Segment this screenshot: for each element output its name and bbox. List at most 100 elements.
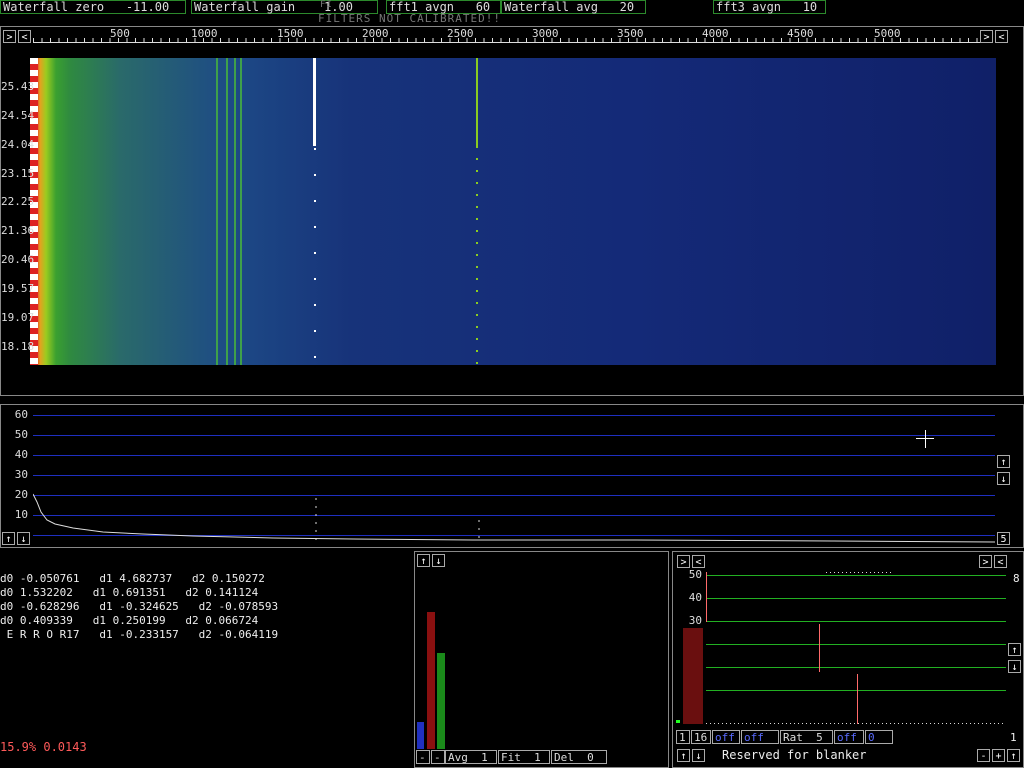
blanker-grid-line bbox=[706, 644, 1006, 645]
blanker-y-label: 50 bbox=[688, 568, 702, 581]
meter-up-icon[interactable]: ↑ bbox=[417, 554, 430, 567]
spectrum-trace bbox=[32, 492, 996, 544]
spectrum-down-icon[interactable]: ↓ bbox=[997, 472, 1010, 485]
scroll-right-icon[interactable]: > bbox=[3, 30, 16, 43]
spectrum-up-icon[interactable]: ↑ bbox=[997, 455, 1010, 468]
waterfall-time-label: 24.54 bbox=[1, 109, 35, 122]
white-trace bbox=[313, 58, 316, 146]
waterfall-time-label: 20.46 bbox=[1, 253, 35, 266]
blanker-zero[interactable]: 0 bbox=[865, 730, 893, 744]
blanker-marker-2 bbox=[819, 624, 820, 672]
blanker-grid-line bbox=[706, 575, 1006, 576]
blanker-off-2[interactable]: off bbox=[741, 730, 779, 744]
spectrum-trace-svg bbox=[32, 493, 996, 543]
spectrum-y-label: 60 bbox=[14, 408, 28, 421]
avg-field[interactable]: Avg 1 bbox=[445, 750, 497, 764]
blanker-grid-line bbox=[706, 667, 1006, 668]
fit-field[interactable]: Fit 1 bbox=[498, 750, 550, 764]
reserved-blanker-label: Reserved for blanker bbox=[722, 748, 867, 762]
spectrum-grid-line bbox=[33, 475, 995, 476]
carrier-line-1 bbox=[216, 58, 218, 365]
spectrum-y-label: 10 bbox=[14, 508, 28, 521]
spectrum-grid-line bbox=[33, 455, 995, 456]
blanker-grid-line bbox=[706, 621, 1006, 622]
spectrum-up-left-icon[interactable]: ↑ bbox=[2, 532, 15, 545]
waterfall-time-label: 25.43 bbox=[1, 80, 35, 93]
del-field[interactable]: Del 0 bbox=[551, 750, 607, 764]
blanker-cell-1[interactable]: 1 bbox=[676, 730, 690, 744]
blanker-extra-icon[interactable]: ↑ bbox=[1007, 749, 1020, 762]
green-trace-dots bbox=[476, 146, 478, 365]
scroll-left-icon[interactable]: < bbox=[18, 30, 31, 43]
waterfall-avg-box[interactable]: Waterfall avg 20 bbox=[501, 0, 646, 14]
blanker-grid-line bbox=[706, 690, 1006, 691]
spectrum-down-left-icon[interactable]: ↓ bbox=[17, 532, 30, 545]
decode-line: E R R O R17 d1 -0.233157 d2 -0.064119 bbox=[0, 628, 279, 641]
frequency-tick-label: 4500 bbox=[787, 27, 814, 40]
blanker-off-1[interactable]: off bbox=[712, 730, 740, 744]
meter-bar-green bbox=[437, 653, 445, 749]
waterfall-time-label: 18.18 bbox=[1, 340, 35, 353]
frequency-tick-label: 5000 bbox=[874, 27, 901, 40]
blanker-left-icon-2[interactable]: < bbox=[994, 555, 1007, 568]
blanker-corner-bottom: 1 bbox=[1010, 731, 1017, 744]
calibration-warning-top: FI bbox=[320, 0, 333, 10]
blanker-left-icon[interactable]: < bbox=[692, 555, 705, 568]
blanker-right-icon[interactable]: > bbox=[677, 555, 690, 568]
blanker-corner-top: 8 bbox=[1013, 572, 1020, 585]
blanker-plus-button[interactable]: + bbox=[992, 749, 1005, 762]
blanker-minus-button[interactable]: - bbox=[977, 749, 990, 762]
spectrum-grid-line bbox=[33, 415, 995, 416]
carrier-line-2 bbox=[226, 58, 228, 365]
fft3-avgn-box[interactable]: fft3 avgn 10 bbox=[713, 0, 826, 14]
waterfall-display[interactable] bbox=[30, 58, 996, 365]
blanker-dots-bottom bbox=[706, 723, 1006, 724]
carrier-line-3 bbox=[234, 58, 236, 365]
frequency-tick-label: 3000 bbox=[532, 27, 559, 40]
spectrum-y-label: 20 bbox=[14, 488, 28, 501]
crosshair-cursor-v bbox=[925, 430, 926, 448]
blanker-down-icon[interactable]: ↓ bbox=[1008, 660, 1021, 673]
waterfall-zero-box[interactable]: Waterfall zero -11.00 bbox=[0, 0, 186, 14]
blanker-level-bar bbox=[683, 628, 703, 724]
blanker-cell-16[interactable]: 16 bbox=[691, 730, 711, 744]
blanker-down-icon-2[interactable]: ↓ bbox=[692, 749, 705, 762]
frequency-tick-label: 500 bbox=[110, 27, 130, 40]
scroll-left-icon-2[interactable]: < bbox=[995, 30, 1008, 43]
fft1-avgn-box[interactable]: fft1 avgn 60 bbox=[386, 0, 501, 14]
waterfall-time-label: 19.07 bbox=[1, 311, 35, 324]
blanker-marker-3 bbox=[857, 674, 858, 724]
meter-minus-1[interactable]: - bbox=[416, 750, 430, 764]
blanker-up-icon[interactable]: ↑ bbox=[1008, 643, 1021, 656]
spectrum-grid-line bbox=[33, 435, 995, 436]
blanker-dots-top bbox=[826, 572, 894, 573]
green-trace bbox=[476, 58, 478, 146]
decode-line: d0 0.409339 d1 0.250199 d2 0.066724 bbox=[0, 614, 259, 627]
spectrum-curve bbox=[32, 493, 996, 543]
waterfall-time-label: 23.15 bbox=[1, 167, 35, 180]
blanker-marker-1 bbox=[706, 572, 707, 622]
meter-bar-red bbox=[427, 612, 435, 749]
spectrum-y-label: 50 bbox=[14, 428, 28, 441]
blanker-up-icon-2[interactable]: ↑ bbox=[677, 749, 690, 762]
spectrum-corner-value[interactable]: 5 bbox=[997, 532, 1010, 545]
waterfall-time-label: 19.57 bbox=[1, 282, 35, 295]
frequency-tick-label: 1500 bbox=[277, 27, 304, 40]
meter-panel bbox=[414, 551, 669, 768]
rat-field[interactable]: Rat 5 bbox=[780, 730, 833, 744]
blanker-right-icon-2[interactable]: > bbox=[979, 555, 992, 568]
blanker-off-3[interactable]: off bbox=[834, 730, 864, 744]
frequency-tick-label: 1000 bbox=[191, 27, 218, 40]
blanker-green-marker bbox=[676, 720, 680, 723]
meter-down-icon[interactable]: ↓ bbox=[432, 554, 445, 567]
decode-line: d0 -0.050761 d1 4.682737 d2 0.150272 bbox=[0, 572, 265, 585]
scroll-right-icon-2[interactable]: > bbox=[980, 30, 993, 43]
carrier-line-4 bbox=[240, 58, 242, 365]
spectrum-y-label: 40 bbox=[14, 448, 28, 461]
decode-line: d0 -0.628296 d1 -0.324625 d2 -0.078593 bbox=[0, 600, 279, 613]
white-trace-dots bbox=[314, 148, 316, 365]
blanker-y-label: 40 bbox=[688, 591, 702, 604]
frequency-tick-label: 3500 bbox=[617, 27, 644, 40]
meter-bar-blue bbox=[417, 722, 424, 749]
meter-minus-2[interactable]: - bbox=[431, 750, 445, 764]
